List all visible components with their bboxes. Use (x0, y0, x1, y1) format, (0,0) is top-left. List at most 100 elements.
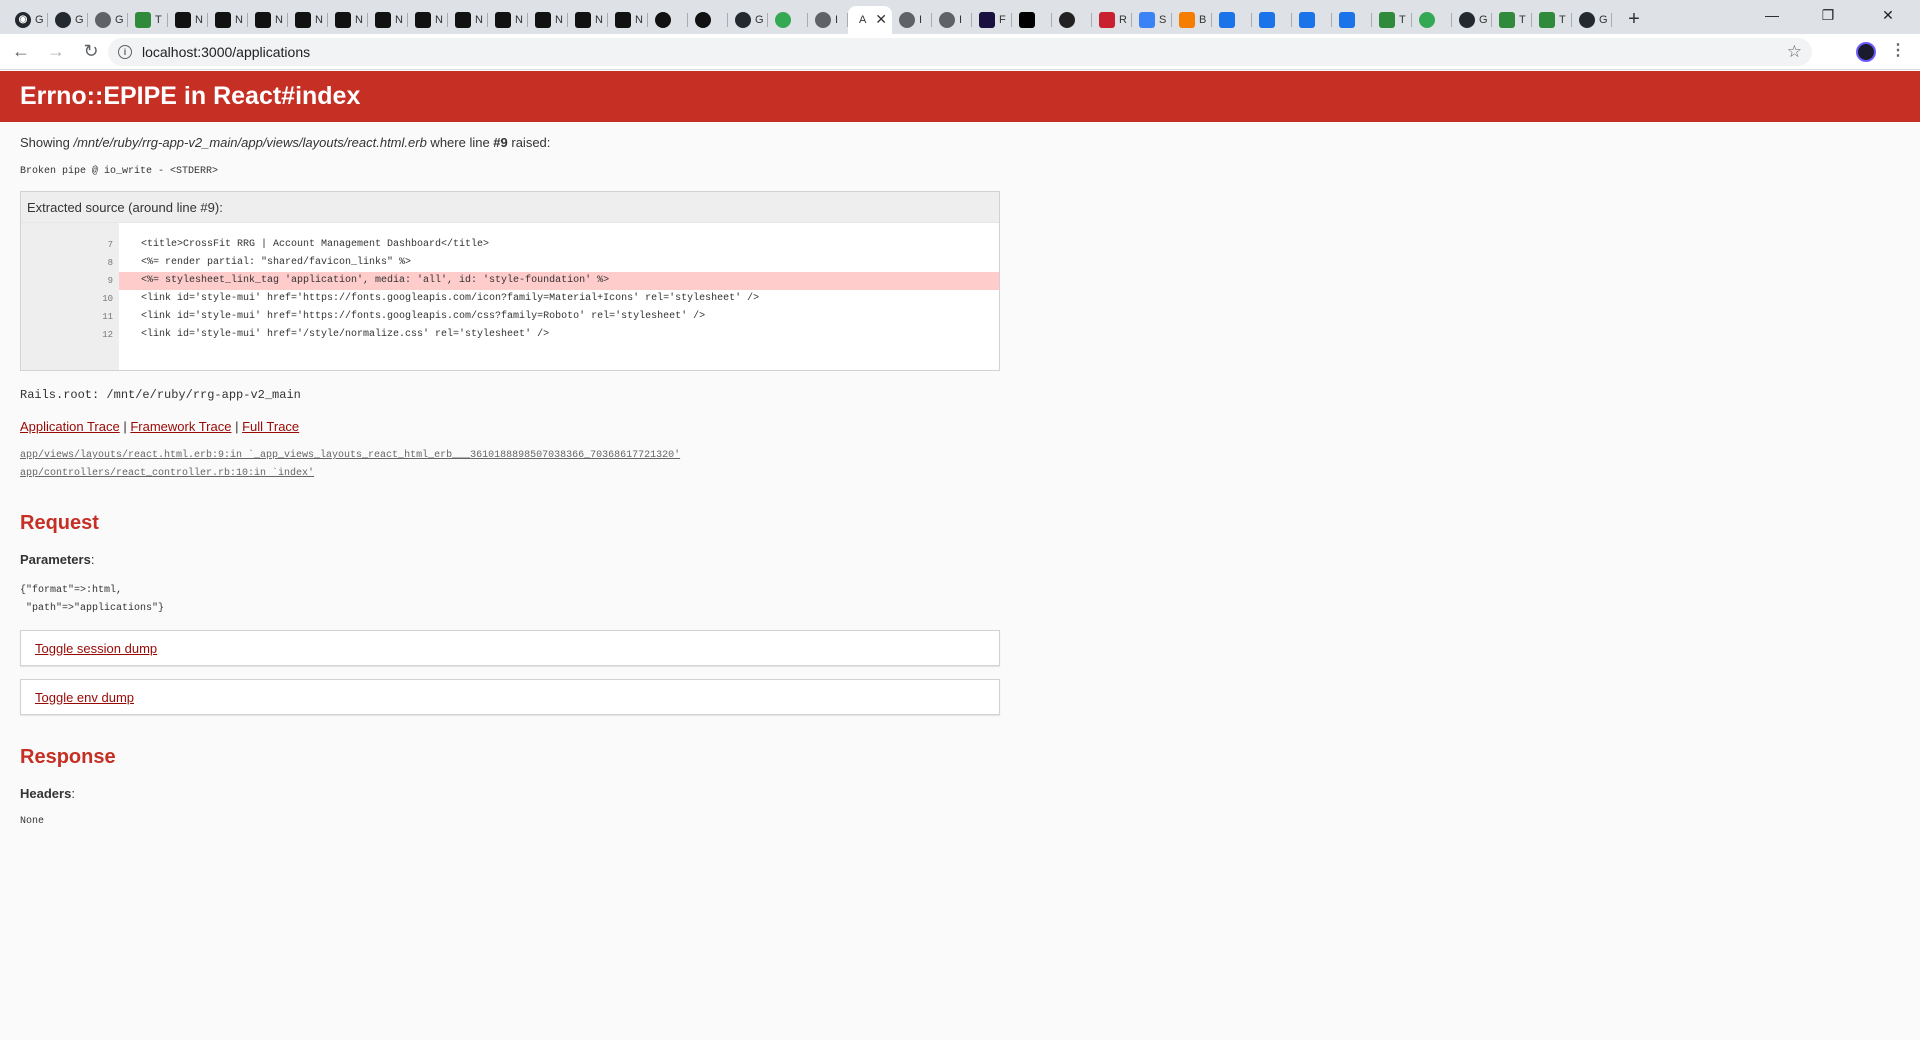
extracted-source: Extracted source (around line #9): 7 8 9 10… (20, 191, 1000, 371)
browser-tab[interactable]: N (488, 6, 528, 34)
browser-tab[interactable]: G (1572, 6, 1612, 34)
parameters-value: {"format"=>:html, "path"=>"applications"… (20, 585, 165, 614)
browser-tab[interactable]: N (328, 6, 368, 34)
close-tab-icon[interactable]: ✕ (875, 12, 887, 26)
notion-icon (335, 12, 351, 28)
browser-tab[interactable]: T (1372, 6, 1412, 34)
trello-icon (1499, 12, 1515, 28)
code-line: <title>CrossFit RRG | Account Management… (141, 239, 490, 250)
line-number: 7 (107, 240, 113, 250)
browser-tab[interactable]: B (1172, 6, 1212, 34)
env-dump-panel: Toggle env dump (20, 679, 1000, 715)
browser-tab[interactable]: I (892, 6, 932, 34)
restore-button[interactable]: ❐ (1800, 0, 1856, 30)
line-ref: #9 (493, 135, 508, 150)
tab-active[interactable]: A ✕ (848, 6, 892, 34)
arrow-left-icon: ← (12, 41, 30, 61)
browser-tab[interactable]: N (248, 6, 288, 34)
browser-tab[interactable]: T (128, 6, 168, 34)
browser-tab[interactable]: R (1092, 6, 1132, 34)
browser-tab[interactable]: G (88, 6, 128, 34)
application-trace-link[interactable]: Application Trace (20, 419, 120, 434)
tab-pinned-github[interactable]: ◉ G (8, 6, 48, 34)
browser-tab[interactable] (1412, 6, 1452, 34)
tab-label: N (595, 14, 603, 26)
rails-root: Rails.root: /mnt/e/ruby/rrg-app-v2_main (20, 388, 301, 402)
browser-tab[interactable]: G (48, 6, 88, 34)
app-icon (1099, 12, 1115, 28)
arrow-right-icon: → (47, 41, 65, 61)
browser-tab[interactable] (1332, 6, 1372, 34)
trace-line[interactable]: app/controllers/react_controller.rb:10:i… (20, 468, 314, 479)
bookmark-star-icon[interactable]: ☆ (1787, 42, 1802, 62)
notion-icon (415, 12, 431, 28)
error-header: Errno::EPIPE in React#index (0, 71, 1920, 122)
browser-tab[interactable] (1292, 6, 1332, 34)
tab-label: R (1119, 14, 1127, 26)
browser-tab[interactable]: N (608, 6, 648, 34)
browser-tab[interactable]: S (1132, 6, 1172, 34)
browser-tab[interactable]: N (168, 6, 208, 34)
browser-tab[interactable] (1252, 6, 1292, 34)
font-icon (979, 12, 995, 28)
browser-tab[interactable] (648, 6, 688, 34)
browser-tab[interactable]: F (972, 6, 1012, 34)
tab-label: N (475, 14, 483, 26)
line-number: 10 (102, 294, 113, 304)
address-url[interactable]: localhost:3000/applications (142, 44, 310, 60)
browser-tab[interactable]: I (808, 6, 848, 34)
tab-label: F (999, 14, 1006, 26)
info-icon[interactable]: i (118, 45, 132, 59)
minimize-button[interactable]: — (1744, 0, 1800, 30)
full-trace-link[interactable]: Full Trace (242, 419, 299, 434)
browser-tab[interactable]: N (528, 6, 568, 34)
browser-tab[interactable] (768, 6, 808, 34)
headers-value: None (20, 816, 45, 827)
notion-icon (375, 12, 391, 28)
source-title: Extracted source (around line #9): (21, 192, 999, 223)
browser-tab[interactable]: N (408, 6, 448, 34)
error-message: Broken pipe @ io_write - <STDERR> (20, 166, 219, 177)
close-window-button[interactable]: ✕ (1856, 0, 1920, 30)
browser-tab[interactable]: N (288, 6, 328, 34)
tab-label: N (315, 14, 323, 26)
blogger-icon (1179, 12, 1195, 28)
browser-tab[interactable]: T (1492, 6, 1532, 34)
browser-tab[interactable]: N (568, 6, 608, 34)
tab-label: S (1159, 14, 1167, 26)
browser-tab[interactable]: N (208, 6, 248, 34)
tab-label: I (835, 14, 839, 26)
browser-tab[interactable] (688, 6, 728, 34)
browser-tab[interactable] (1212, 6, 1252, 34)
toggle-env-dump-link[interactable]: Toggle env dump (35, 690, 134, 705)
forward-button[interactable]: → (42, 38, 70, 66)
browser-tab[interactable]: G (1452, 6, 1492, 34)
new-tab-button[interactable]: + (1620, 5, 1648, 33)
tab-label: N (235, 14, 243, 26)
back-button[interactable]: ← (7, 38, 35, 66)
browser-tab[interactable]: I (932, 6, 972, 34)
tab-label: N (355, 14, 363, 26)
tab-strip: ◉ G G G T N N N N N N N N N N N N G I A ✕ I I F R S B T G T T G + (0, 0, 1920, 34)
tab-label: T (1559, 14, 1566, 26)
reload-icon: ↻ (83, 41, 99, 61)
browser-tab[interactable] (1052, 6, 1092, 34)
trace-line[interactable]: app/views/layouts/react.html.erb:9:in `_… (20, 450, 680, 461)
profile-avatar[interactable] (1856, 42, 1876, 62)
browser-menu-icon[interactable]: ⋮ (1890, 40, 1906, 60)
framework-trace-link[interactable]: Framework Trace (130, 419, 231, 434)
browser-tab[interactable]: N (448, 6, 488, 34)
browser-tab[interactable]: N (368, 6, 408, 34)
browser-tab[interactable]: T (1532, 6, 1572, 34)
code-line: <%= render partial: "shared/favicon_link… (141, 257, 412, 268)
github-icon (735, 12, 751, 28)
tab-label: N (395, 14, 403, 26)
headers-label-text: Headers (20, 786, 72, 801)
browser-tab[interactable] (1012, 6, 1052, 34)
tab-label: G (75, 14, 84, 26)
address-bar[interactable]: i localhost:3000/applications ☆ (108, 38, 1812, 66)
browser-tab[interactable]: G (728, 6, 768, 34)
toggle-session-dump-link[interactable]: Toggle session dump (35, 641, 157, 656)
reload-button[interactable]: ↻ (77, 38, 105, 66)
tab-label: G (35, 14, 44, 26)
